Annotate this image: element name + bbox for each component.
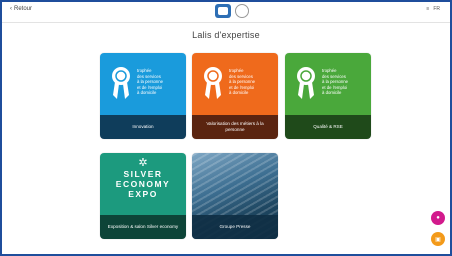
back-button[interactable]: ‹ Retour <box>10 6 32 12</box>
award-ribbon-icon <box>112 67 130 99</box>
back-label: Retour <box>14 6 33 12</box>
award-ribbon-icon <box>297 67 315 99</box>
chat-button[interactable]: ● <box>431 211 445 225</box>
logo-line: ECONOMY <box>115 179 171 189</box>
card-caption: Valorisation des métiers à la personne <box>192 115 278 139</box>
logo-line: SILVER <box>123 169 163 179</box>
award-text: trophée des services à la personne et de… <box>229 68 273 96</box>
card-qualite[interactable]: trophée des services à la personne et de… <box>285 53 371 139</box>
card-innovation[interactable]: trophée des services à la personne et de… <box>100 53 186 139</box>
chat-icon: ● <box>436 215 440 221</box>
menu-icon[interactable]: ≡ <box>426 6 429 12</box>
lock-icon: ▣ <box>435 236 441 243</box>
top-right-controls: ≡ FR <box>426 6 440 12</box>
award-line: à domicile <box>229 90 249 96</box>
brand-logo[interactable] <box>215 4 231 18</box>
card-groupe-presse[interactable]: Groupe Presse <box>192 153 278 239</box>
leaf-icon: ✲ <box>138 157 148 169</box>
card-caption: Groupe Presse <box>192 215 278 239</box>
award-ribbon-icon <box>204 67 222 99</box>
award-text: trophée des services à la personne et de… <box>137 68 181 96</box>
card-valorisation[interactable]: trophée des services à la personne et de… <box>192 53 278 139</box>
chevron-left-icon: ‹ <box>10 6 12 12</box>
logo-group <box>215 4 249 18</box>
secondary-logo[interactable] <box>235 4 249 18</box>
help-button[interactable]: ▣ <box>431 232 445 246</box>
page-title: Lalis d'expertise <box>192 30 260 40</box>
award-line: à domicile <box>137 90 157 96</box>
logo-line: EXPO <box>128 189 158 199</box>
award-text: trophée des services à la personne et de… <box>322 68 366 96</box>
top-bar: ‹ Retour ≡ FR <box>2 2 450 23</box>
card-caption: Innovation <box>100 115 186 139</box>
card-caption: Qualité & RSE <box>285 115 371 139</box>
card-silver-economy[interactable]: ✲ SILVER ECONOMY EXPO Exposition & salon… <box>100 153 186 239</box>
card-caption: Exposition & salon Silver economy <box>100 215 186 239</box>
silver-economy-logo: ✲ SILVER ECONOMY EXPO <box>100 157 186 199</box>
award-line: à domicile <box>322 90 342 96</box>
language-label[interactable]: FR <box>433 6 440 12</box>
